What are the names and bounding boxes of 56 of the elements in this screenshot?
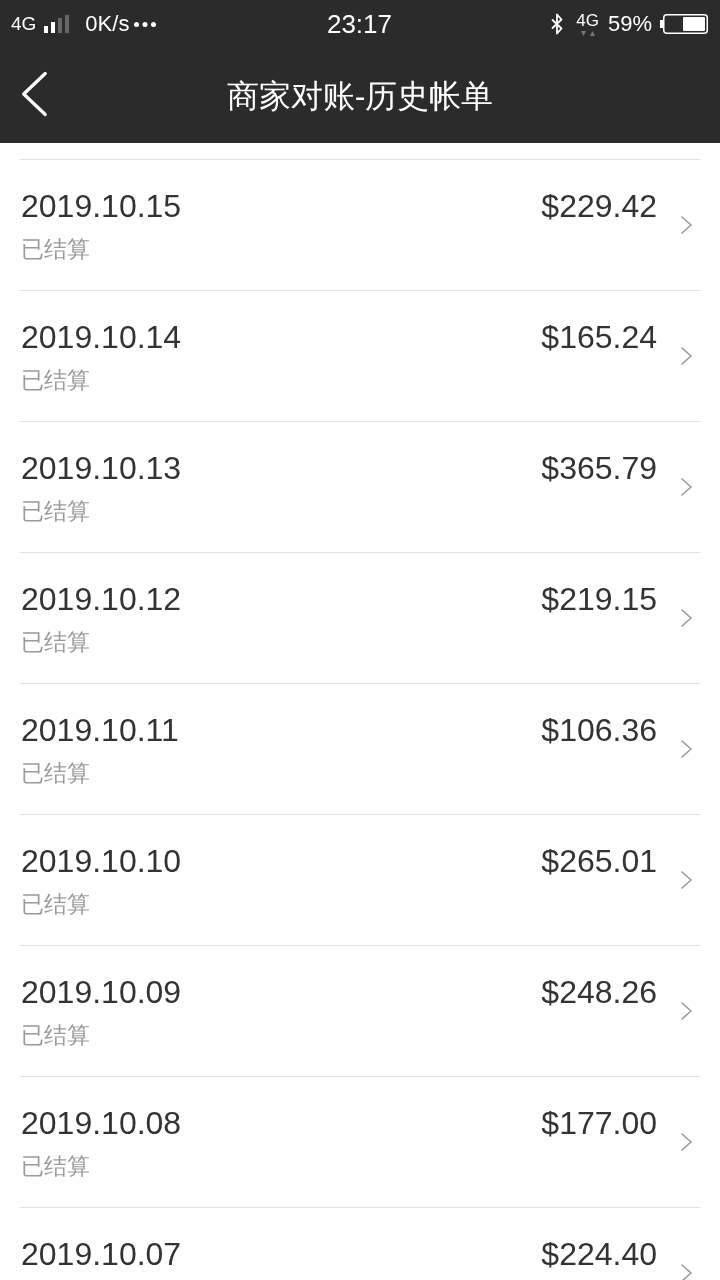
bluetooth-icon — [551, 13, 564, 35]
bill-amount: $224.40 — [541, 1236, 657, 1272]
bill-date: 2019.10.15 — [21, 188, 182, 224]
bill-row[interactable]: 2019.10.08 $177.00 已结算 — [20, 1076, 700, 1207]
chevron-right-icon — [681, 740, 692, 758]
bill-row[interactable]: 2019.10.14 $165.24 已结算 — [20, 290, 700, 421]
page-title: 商家对账-历史帐单 — [226, 76, 494, 116]
chevron-right-icon — [681, 871, 692, 889]
bill-date: 2019.10.09 — [21, 974, 182, 1010]
dots-icon — [134, 21, 157, 27]
signal-bars-icon — [44, 15, 70, 33]
bill-row[interactable]: 2019.10.10 $265.01 已结算 — [20, 814, 700, 945]
bill-date: 2019.10.13 — [21, 450, 182, 486]
bill-row[interactable]: 2019.10.15 $229.42 已结算 — [20, 159, 700, 290]
bill-date: 2019.10.12 — [21, 581, 182, 617]
settlement-status: 已结算 — [21, 1152, 90, 1181]
chevron-right-icon — [681, 478, 692, 496]
bill-amount: $177.00 — [541, 1105, 657, 1141]
chevron-right-icon — [681, 1002, 692, 1020]
bill-amount: $219.15 — [541, 581, 657, 617]
settlement-status: 已结算 — [21, 366, 90, 395]
bill-amount: $229.42 — [541, 188, 657, 224]
network-type: 4G — [576, 12, 599, 30]
bill-amount: $165.24 — [541, 319, 657, 355]
settlement-status: 已结算 — [21, 497, 90, 526]
chevron-left-icon — [20, 71, 48, 117]
clock-time: 23:17 — [326, 9, 393, 39]
network-type: 4G — [11, 13, 37, 35]
chevron-right-icon — [681, 1264, 692, 1280]
chevron-right-icon — [681, 216, 692, 234]
bill-date: 2019.10.14 — [21, 319, 182, 355]
chevron-right-icon — [681, 609, 692, 627]
bill-date: 2019.10.11 — [21, 712, 179, 748]
bill-date: 2019.10.08 — [21, 1105, 182, 1141]
bill-amount: $265.01 — [541, 843, 657, 879]
settlement-status: 已结算 — [21, 235, 90, 264]
settlement-status: 已结算 — [21, 759, 90, 788]
chevron-right-icon — [681, 347, 692, 365]
battery-icon — [660, 14, 708, 34]
bill-row[interactable]: 2019.10.11 $106.36 已结算 — [20, 683, 700, 814]
bill-row[interactable]: 2019.10.09 $248.26 已结算 — [20, 945, 700, 1076]
bill-amount: $365.79 — [541, 450, 657, 486]
bill-amount: $106.36 — [541, 712, 657, 748]
settlement-status: 已结算 — [21, 628, 90, 657]
data-arrows-icon — [579, 31, 596, 36]
bill-row[interactable]: 2019.10.12 $219.15 已结算 — [20, 552, 700, 683]
bill-date: 2019.10.07 — [21, 1236, 182, 1272]
settlement-status: 已结算 — [21, 890, 90, 919]
bill-row[interactable]: 2019.10.07 $224.40 — [20, 1207, 700, 1280]
bill-row[interactable]: 2019.10.13 $365.79 已结算 — [20, 421, 700, 552]
battery-percent: 59% — [607, 11, 652, 37]
bill-date: 2019.10.10 — [21, 843, 182, 879]
bill-amount: $248.26 — [541, 974, 657, 1010]
network-speed: 0K/s — [85, 11, 130, 37]
settlement-status: 已结算 — [21, 1021, 90, 1050]
chevron-right-icon — [681, 1133, 692, 1151]
